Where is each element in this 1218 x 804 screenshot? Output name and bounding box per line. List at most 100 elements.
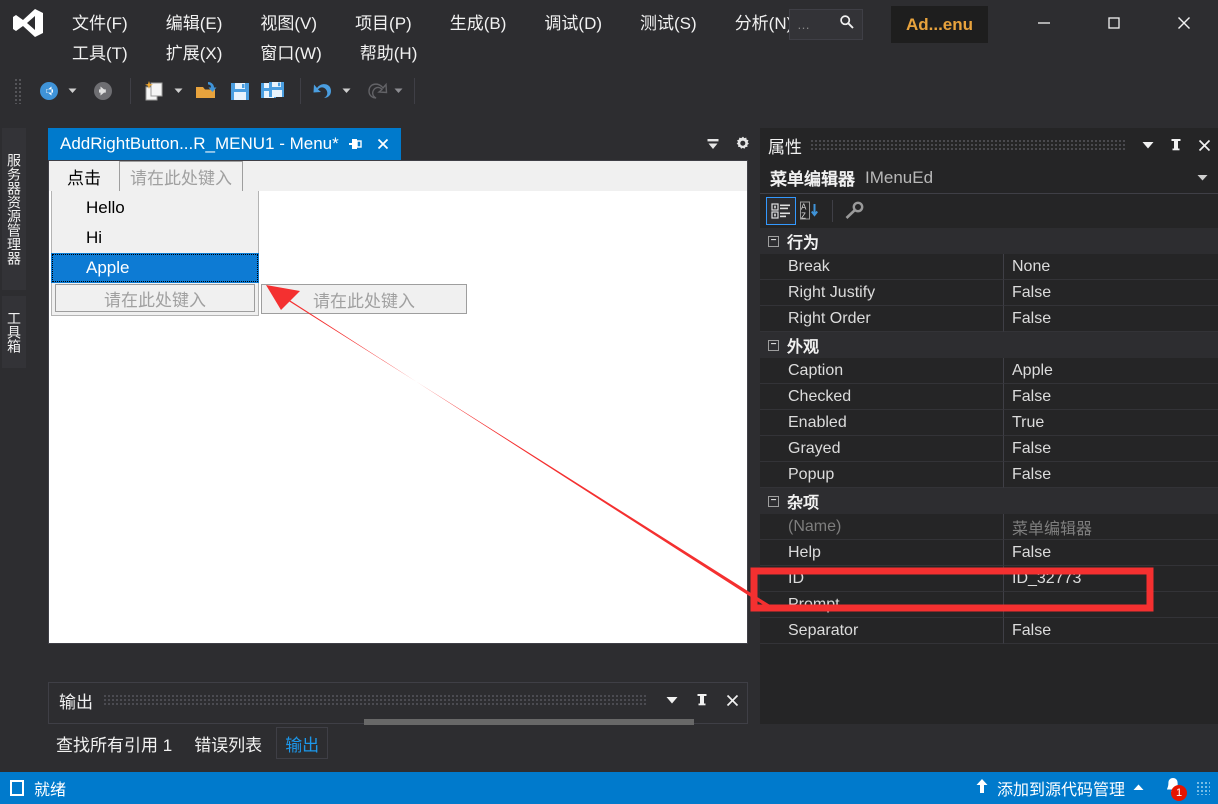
menu-window[interactable]: 窗口(W) (250, 37, 331, 66)
designer-menu-item-apple[interactable]: Apple (51, 253, 259, 283)
alphabetical-sort-icon[interactable]: A Z (796, 197, 826, 225)
output-pane-drag-handle[interactable] (103, 694, 647, 706)
property-name: Prompt (760, 592, 1004, 618)
redo-button[interactable] (362, 77, 390, 105)
table-row[interactable]: Right Justify False (760, 280, 1218, 306)
menu-build[interactable]: 生成(B) (440, 7, 517, 36)
menu-extensions[interactable]: 扩展(X) (156, 37, 233, 66)
property-value[interactable]: False (1004, 618, 1218, 644)
property-value-id[interactable]: ID_32773 (1004, 566, 1218, 592)
table-row[interactable]: Right Order False (760, 306, 1218, 332)
properties-close-icon[interactable] (1190, 130, 1218, 160)
menu-help[interactable]: 帮助(H) (350, 37, 428, 66)
output-horizontal-scrollbar[interactable] (364, 719, 694, 725)
new-project-dropdown[interactable] (174, 86, 183, 95)
table-row[interactable]: Caption Apple (760, 358, 1218, 384)
document-tab-menu-editor[interactable]: AddRightButton...R_MENU1 - Menu* (48, 128, 401, 160)
output-pane-menu-icon[interactable] (657, 685, 687, 715)
table-row[interactable]: Popup False (760, 462, 1218, 488)
table-row[interactable]: (Name) 菜单编辑器 (760, 514, 1218, 540)
menu-test[interactable]: 测试(S) (630, 7, 707, 36)
properties-object-selector[interactable]: 菜单编辑器 IMenuEd (760, 162, 1218, 194)
table-row[interactable]: Checked False (760, 384, 1218, 410)
tab-error-list[interactable]: 错误列表 (186, 727, 270, 759)
window-minimize-button[interactable] (1021, 6, 1067, 40)
navigate-backward-button[interactable] (34, 77, 64, 105)
add-to-source-control-button[interactable]: 添加到源代码管理 (975, 776, 1144, 800)
open-file-button[interactable] (192, 77, 222, 105)
property-value[interactable]: False (1004, 540, 1218, 566)
properties-menu-icon[interactable] (1134, 130, 1162, 160)
property-category-appearance[interactable]: − 外观 (760, 332, 1218, 358)
table-row[interactable]: Prompt (760, 592, 1218, 618)
active-files-dropdown-icon[interactable] (698, 129, 728, 159)
property-value[interactable]: Apple (1004, 358, 1218, 384)
sidebar-item-toolbox[interactable]: 工具箱 (2, 296, 26, 368)
menu-file[interactable]: 文件(F) (62, 7, 138, 36)
property-value[interactable]: False (1004, 306, 1218, 332)
close-tab-button[interactable] (371, 129, 395, 159)
property-value[interactable]: False (1004, 436, 1218, 462)
property-category-behavior[interactable]: − 行为 (760, 228, 1218, 254)
properties-pin-icon[interactable] (1162, 130, 1190, 160)
window-close-button[interactable] (1161, 6, 1207, 40)
property-category-misc[interactable]: − 杂项 (760, 488, 1218, 514)
redo-dropdown[interactable] (394, 86, 403, 95)
properties-drag-handle[interactable] (810, 139, 1126, 151)
property-name: Popup (760, 462, 1004, 488)
properties-panel-header: 属性 (760, 128, 1218, 162)
output-pane-pin-icon[interactable] (687, 685, 717, 715)
new-project-button[interactable] (140, 77, 170, 105)
menu-tools[interactable]: 工具(T) (62, 37, 138, 66)
collapse-icon[interactable]: − (768, 339, 779, 351)
designer-submenu-placeholder[interactable]: 请在此处键入 (261, 284, 467, 314)
menu-designer-surface[interactable]: 点击 请在此处键入 Hello Hi Apple 请在此处键入 请在此处键入 (48, 160, 748, 644)
chevron-down-icon[interactable] (1197, 169, 1208, 187)
menu-edit[interactable]: 编辑(E) (156, 7, 233, 36)
property-value[interactable]: None (1004, 254, 1218, 280)
designer-menu-item-hi[interactable]: Hi (52, 223, 258, 253)
property-value[interactable] (1004, 592, 1218, 618)
designer-menu-item-hello[interactable]: Hello (52, 193, 258, 223)
tab-output[interactable]: 输出 (276, 727, 329, 759)
table-row[interactable]: Enabled True (760, 410, 1218, 436)
collapse-icon[interactable]: − (768, 495, 779, 507)
resize-grip[interactable] (1196, 781, 1210, 795)
navigate-backward-dropdown[interactable] (68, 86, 77, 95)
designer-menu-root[interactable]: 点击 (57, 161, 111, 192)
property-value[interactable]: False (1004, 462, 1218, 488)
table-row[interactable]: ID ID_32773 (760, 566, 1218, 592)
table-row[interactable]: Break None (760, 254, 1218, 280)
window-maximize-button[interactable] (1091, 6, 1137, 40)
undo-button[interactable] (310, 77, 338, 105)
property-value[interactable]: 菜单编辑器 (1004, 514, 1218, 540)
gear-icon[interactable] (728, 129, 758, 159)
output-pane-close-icon[interactable] (717, 685, 747, 715)
designer-root-placeholder[interactable]: 请在此处键入 (119, 160, 243, 192)
solution-name-button[interactable]: Ad...enu (891, 6, 988, 43)
categorized-view-icon[interactable] (766, 197, 796, 225)
table-row[interactable]: Help False (760, 540, 1218, 566)
quick-launch-search[interactable]: … (789, 9, 863, 40)
toolbar-grip-handle[interactable] (14, 78, 22, 104)
collapse-icon[interactable]: − (768, 235, 779, 247)
menu-view[interactable]: 视图(V) (250, 7, 327, 36)
property-name: Right Justify (760, 280, 1004, 306)
property-pages-icon[interactable] (839, 197, 869, 225)
sidebar-item-server-explorer[interactable]: 服务器资源管理器 (2, 128, 26, 290)
notifications-button[interactable]: 1 (1158, 775, 1188, 801)
menu-project[interactable]: 项目(P) (345, 7, 422, 36)
save-all-button[interactable] (258, 77, 288, 105)
property-value[interactable]: False (1004, 280, 1218, 306)
table-row[interactable]: Separator False (760, 618, 1218, 644)
designer-new-item-placeholder[interactable]: 请在此处键入 (55, 284, 255, 312)
navigate-forward-button[interactable] (88, 77, 118, 105)
save-button[interactable] (226, 77, 254, 105)
undo-dropdown[interactable] (342, 86, 351, 95)
tab-find-all-references[interactable]: 查找所有引用 1 (48, 727, 180, 759)
property-value[interactable]: True (1004, 410, 1218, 436)
table-row[interactable]: Grayed False (760, 436, 1218, 462)
pin-tab-button[interactable] (343, 129, 367, 159)
menu-debug[interactable]: 调试(D) (534, 7, 612, 36)
property-value[interactable]: False (1004, 384, 1218, 410)
